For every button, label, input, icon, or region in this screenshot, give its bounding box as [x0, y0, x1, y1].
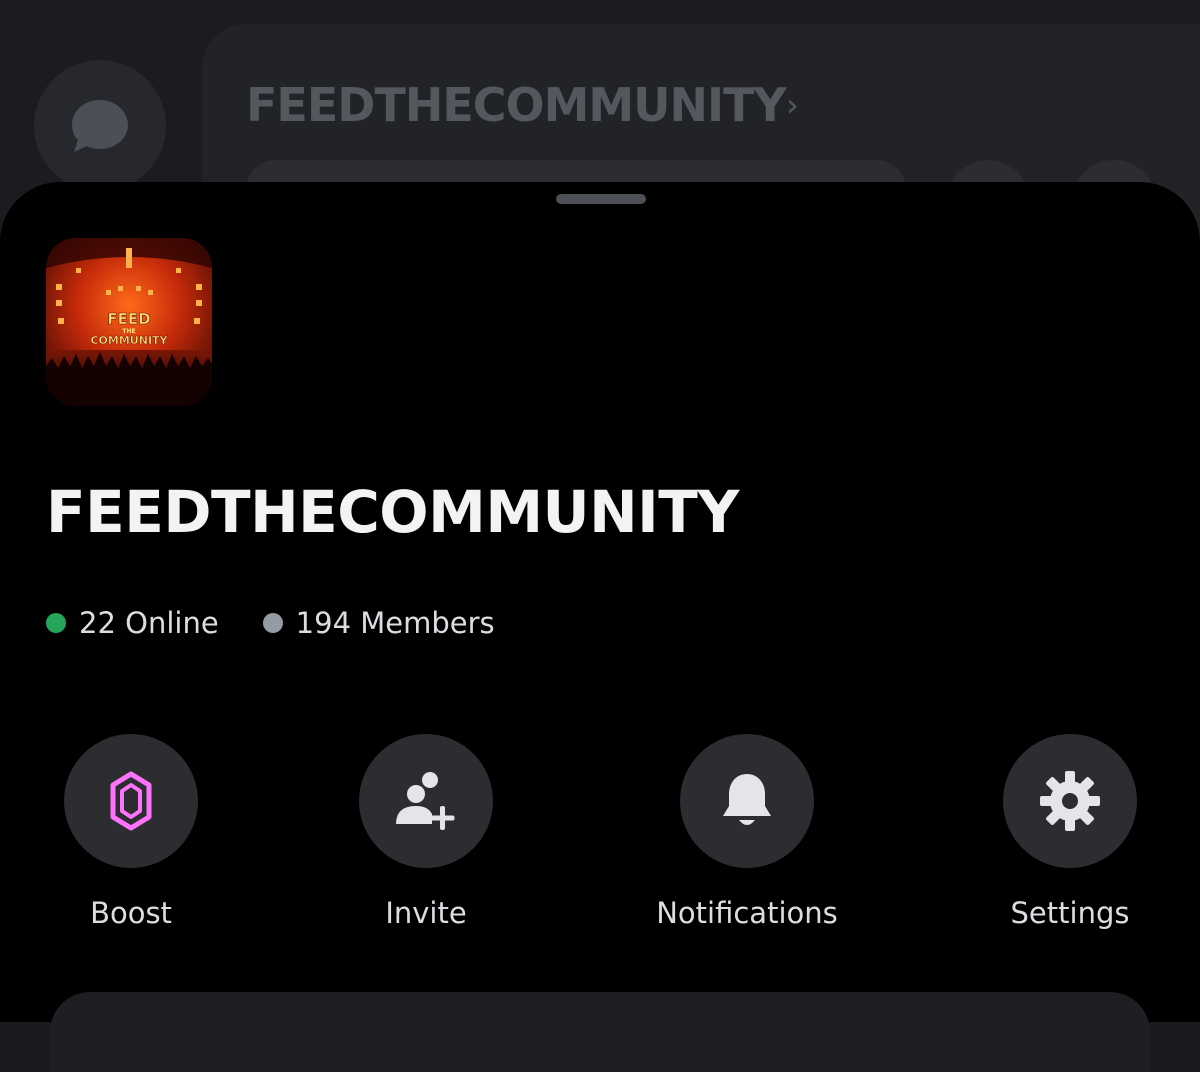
direct-messages-button[interactable] — [34, 60, 166, 192]
background-server-title[interactable]: FEEDTHECOMMUNITY — [246, 78, 787, 132]
server-name: FEEDTHECOMMUNITY — [46, 478, 739, 546]
drag-handle[interactable] — [556, 194, 646, 204]
online-status-dot — [46, 613, 66, 633]
settings-label: Settings — [1010, 896, 1130, 930]
next-section-card — [50, 992, 1150, 1072]
server-icon: FEED THE COMMUNITY — [46, 238, 212, 406]
members-count: 194 Members — [295, 606, 495, 640]
invite-label: Invite — [385, 896, 467, 930]
invite-button[interactable]: Invite — [306, 734, 546, 930]
invite-button-circle[interactable] — [359, 734, 493, 868]
settings-button[interactable]: Settings — [950, 734, 1190, 930]
boost-label: Boost — [90, 896, 172, 930]
gear-icon — [1040, 771, 1100, 831]
bell-icon — [723, 774, 771, 825]
add-friend-icon — [396, 772, 455, 830]
chat-bubble-icon — [72, 100, 128, 152]
notifications-label: Notifications — [656, 896, 838, 930]
server-info-sheet: FEED THE COMMUNITY FEEDTHECOMMUNITY 22 O… — [0, 182, 1200, 1072]
notifications-button[interactable]: Notifications — [627, 734, 867, 930]
server-icon-line1: FEED — [107, 310, 150, 328]
chevron-right-icon: › — [786, 86, 799, 124]
boost-button[interactable]: Boost — [11, 734, 251, 930]
online-count: 22 Online — [79, 606, 219, 640]
members-status-dot — [262, 613, 283, 633]
settings-button-circle[interactable] — [1003, 734, 1137, 868]
nitro-gem-icon — [110, 771, 152, 831]
server-stats: 22 Online 194 Members — [46, 606, 495, 640]
members-stat: 194 Members — [262, 606, 495, 640]
boost-button-circle[interactable] — [64, 734, 198, 868]
online-stat: 22 Online — [46, 606, 219, 640]
notifications-button-circle[interactable] — [680, 734, 814, 868]
server-icon-line3: COMMUNITY — [90, 334, 168, 347]
